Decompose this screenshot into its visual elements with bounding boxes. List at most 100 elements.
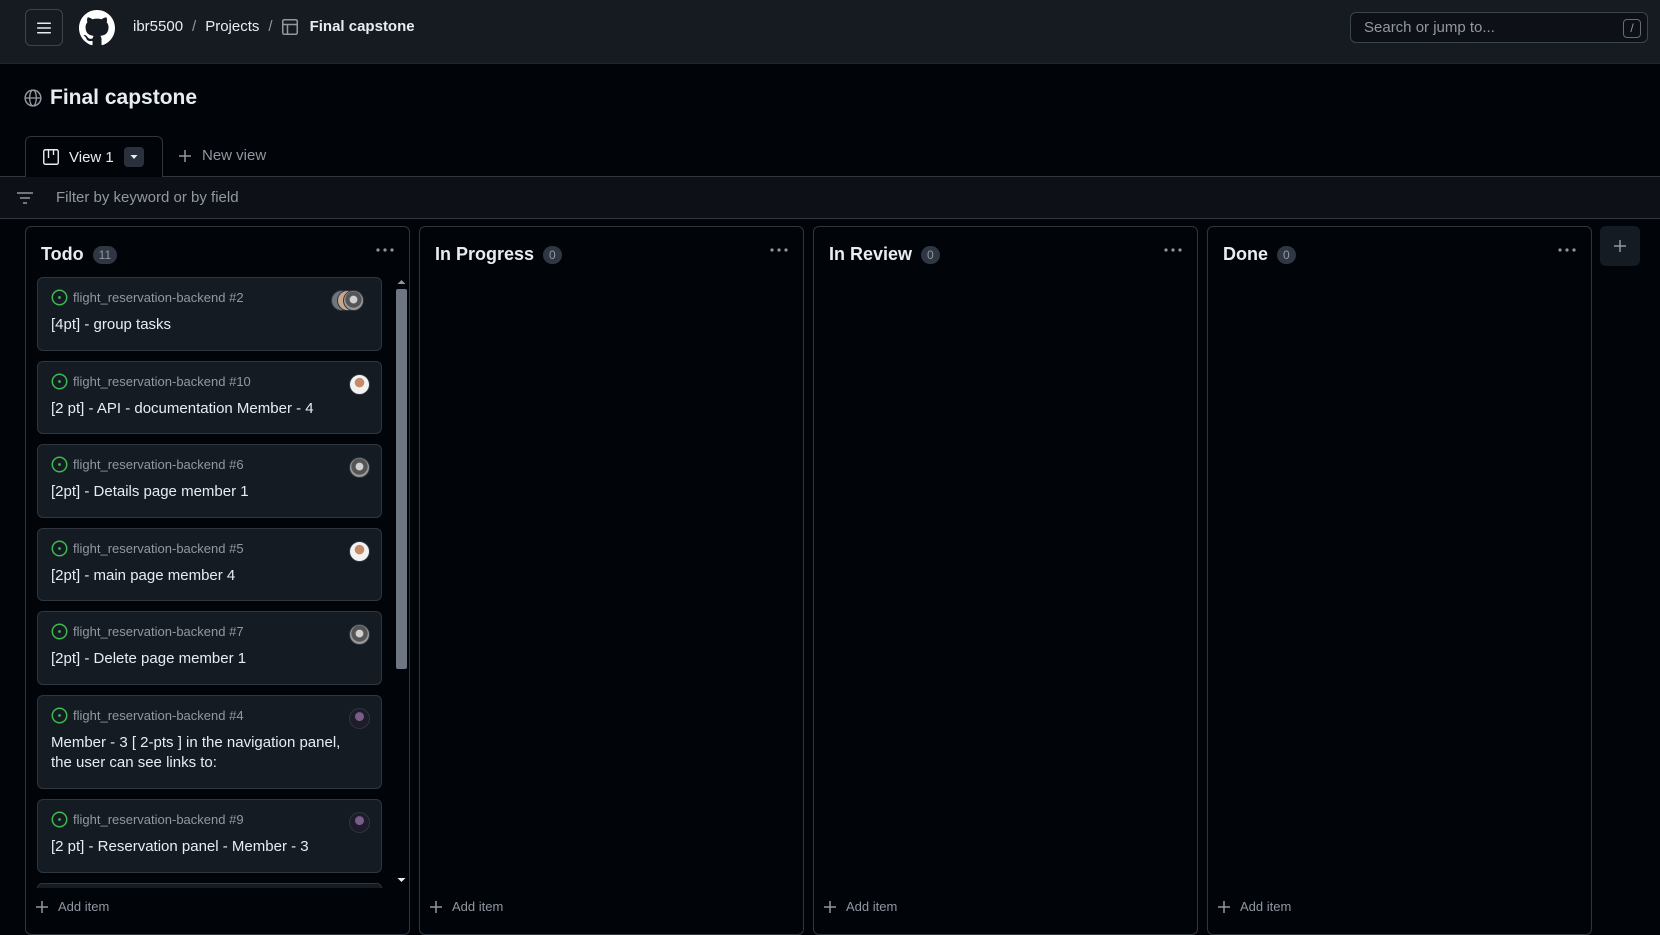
avatar[interactable] bbox=[349, 812, 370, 833]
add-column-button[interactable] bbox=[1600, 226, 1640, 266]
add-item-button[interactable]: Add item bbox=[429, 899, 503, 914]
breadcrumb-separator: / bbox=[192, 18, 197, 35]
add-item-label: Add item bbox=[1240, 899, 1292, 914]
issue-opened-icon bbox=[51, 707, 68, 724]
plus-icon bbox=[1614, 240, 1626, 252]
card-title[interactable]: [4pt] - group tasks bbox=[51, 315, 361, 335]
issue-opened-icon bbox=[51, 289, 68, 306]
breadcrumb: ibr5500 / Projects / Final capstone bbox=[133, 18, 415, 35]
issue-card[interactable]: flight_reservation-backend #2 [4pt] - gr… bbox=[37, 277, 382, 351]
plus-icon bbox=[430, 900, 442, 913]
search-shortcut-key: / bbox=[1623, 19, 1641, 38]
card-title[interactable]: [2pt] - Details page member 1 bbox=[51, 482, 361, 502]
page-title-text: Final capstone bbox=[50, 86, 198, 109]
card-repo: flight_reservation-backend #4 bbox=[51, 707, 244, 724]
column-done: Done 0 Add item bbox=[1207, 226, 1592, 935]
card-repo: flight_reservation-backend #5 bbox=[51, 540, 244, 557]
add-item-button[interactable]: Add item bbox=[823, 899, 897, 914]
avatar[interactable] bbox=[349, 541, 370, 562]
plus-icon bbox=[824, 900, 836, 913]
plus-icon bbox=[179, 149, 191, 162]
issue-card[interactable]: flight_reservation-backend #5 [2pt] - ma… bbox=[37, 528, 382, 601]
new-view-label: New view bbox=[202, 147, 267, 164]
issue-opened-icon bbox=[51, 623, 68, 640]
card-repo-text[interactable]: flight_reservation-backend #10 bbox=[73, 374, 251, 389]
column-count-badge: 11 bbox=[92, 245, 118, 264]
issue-card[interactable]: flight_reservation-backend #7 [2pt] - De… bbox=[37, 611, 382, 685]
search-input[interactable]: Search or jump to... / bbox=[1350, 12, 1648, 43]
add-item-button[interactable]: Add item bbox=[1217, 899, 1291, 914]
issue-opened-icon bbox=[51, 811, 68, 828]
avatar[interactable] bbox=[349, 457, 370, 478]
board-icon bbox=[43, 149, 59, 165]
card-repo-text[interactable]: flight_reservation-backend #6 bbox=[73, 457, 244, 472]
card-repo-text[interactable]: flight_reservation-backend #5 bbox=[73, 541, 244, 556]
column-header: In Progress 0 bbox=[435, 244, 562, 265]
column-count-badge: 0 bbox=[1277, 245, 1296, 264]
card-repo: flight_reservation-backend #6 bbox=[51, 456, 244, 473]
avatar[interactable] bbox=[343, 290, 364, 311]
add-item-button[interactable]: Add item bbox=[35, 899, 109, 914]
column-title: Done bbox=[1223, 244, 1268, 264]
issue-card[interactable]: flight_reservation-backend #6 [2pt] - De… bbox=[37, 444, 382, 518]
add-item-label: Add item bbox=[58, 899, 110, 914]
filter-input[interactable]: Filter by keyword or by field bbox=[56, 189, 239, 206]
add-item-label: Add item bbox=[452, 899, 504, 914]
column-count-badge: 0 bbox=[921, 245, 940, 264]
globe-icon bbox=[24, 89, 42, 107]
issue-opened-icon bbox=[51, 540, 68, 557]
issue-card[interactable]: flight_reservation-backend #4 Member - 3… bbox=[37, 695, 382, 789]
tab-view-1[interactable]: View 1 bbox=[25, 136, 163, 178]
card-repo-text[interactable]: flight_reservation-backend #7 bbox=[73, 624, 244, 639]
column-title: Todo bbox=[41, 244, 84, 264]
card-title[interactable]: [2 pt] - API - documentation Member - 4 bbox=[51, 399, 361, 419]
column-title: In Progress bbox=[435, 244, 535, 264]
triangle-down-icon bbox=[130, 155, 138, 159]
card-title[interactable]: Member - 3 [ 2-pts ] in the navigation p… bbox=[51, 733, 361, 773]
more-options-icon[interactable] bbox=[1163, 247, 1183, 253]
column-in-progress: In Progress 0 Add item bbox=[419, 226, 804, 935]
avatar[interactable] bbox=[349, 708, 370, 729]
app-header: ibr5500 / Projects / Final capstone Sear… bbox=[0, 0, 1660, 64]
card-title[interactable]: [2 pt] - Reservation panel - Member - 3 bbox=[51, 837, 361, 857]
card-repo-text[interactable]: flight_reservation-backend #9 bbox=[73, 812, 244, 827]
page-title: Final capstone bbox=[24, 86, 197, 110]
card-repo-text[interactable]: flight_reservation-backend #2 bbox=[73, 290, 244, 305]
breadcrumb-separator: / bbox=[268, 18, 273, 35]
scroll-up-arrow-icon[interactable] bbox=[395, 277, 408, 287]
column-header: Done 0 bbox=[1223, 244, 1296, 265]
view-options-dropdown[interactable] bbox=[123, 147, 144, 167]
issue-card-partial[interactable] bbox=[37, 883, 382, 888]
issue-card[interactable]: flight_reservation-backend #9 [2 pt] - R… bbox=[37, 799, 382, 873]
scrollbar-thumb[interactable] bbox=[396, 289, 407, 669]
issue-card[interactable]: flight_reservation-backend #10 [2 pt] - … bbox=[37, 361, 382, 434]
card-repo-text[interactable]: flight_reservation-backend #4 bbox=[73, 708, 244, 723]
plus-icon bbox=[36, 900, 48, 913]
breadcrumb-project[interactable]: Final capstone bbox=[310, 18, 415, 35]
more-options-icon[interactable] bbox=[375, 247, 395, 253]
filter-bar[interactable]: Filter by keyword or by field bbox=[0, 177, 1660, 219]
avatar[interactable] bbox=[349, 624, 370, 645]
column-todo: Todo 11 flight_reservation-backend #2 [4… bbox=[25, 226, 410, 935]
column-title: In Review bbox=[829, 244, 913, 264]
card-title[interactable]: [2pt] - Delete page member 1 bbox=[51, 649, 361, 669]
card-title[interactable]: [2pt] - main page member 4 bbox=[51, 566, 361, 586]
card-repo: flight_reservation-backend #10 bbox=[51, 373, 251, 390]
card-repo: flight_reservation-backend #9 bbox=[51, 811, 244, 828]
breadcrumb-owner[interactable]: ibr5500 bbox=[133, 18, 183, 35]
plus-icon bbox=[1218, 900, 1230, 913]
tab-view-1-label: View 1 bbox=[69, 148, 114, 166]
menu-button[interactable] bbox=[25, 9, 63, 46]
more-options-icon[interactable] bbox=[1557, 247, 1577, 253]
column-count-badge: 0 bbox=[543, 245, 562, 264]
card-repo: flight_reservation-backend #7 bbox=[51, 623, 244, 640]
breadcrumb-projects[interactable]: Projects bbox=[205, 18, 259, 35]
new-view-button[interactable]: New view bbox=[178, 147, 266, 164]
column-header: In Review 0 bbox=[829, 244, 940, 265]
more-options-icon[interactable] bbox=[769, 247, 789, 253]
hamburger-icon bbox=[37, 22, 51, 33]
github-logo-icon[interactable] bbox=[79, 10, 115, 46]
avatar[interactable] bbox=[349, 374, 370, 395]
scroll-down-arrow-icon[interactable] bbox=[395, 875, 408, 885]
column-header: Todo 11 bbox=[41, 244, 118, 265]
